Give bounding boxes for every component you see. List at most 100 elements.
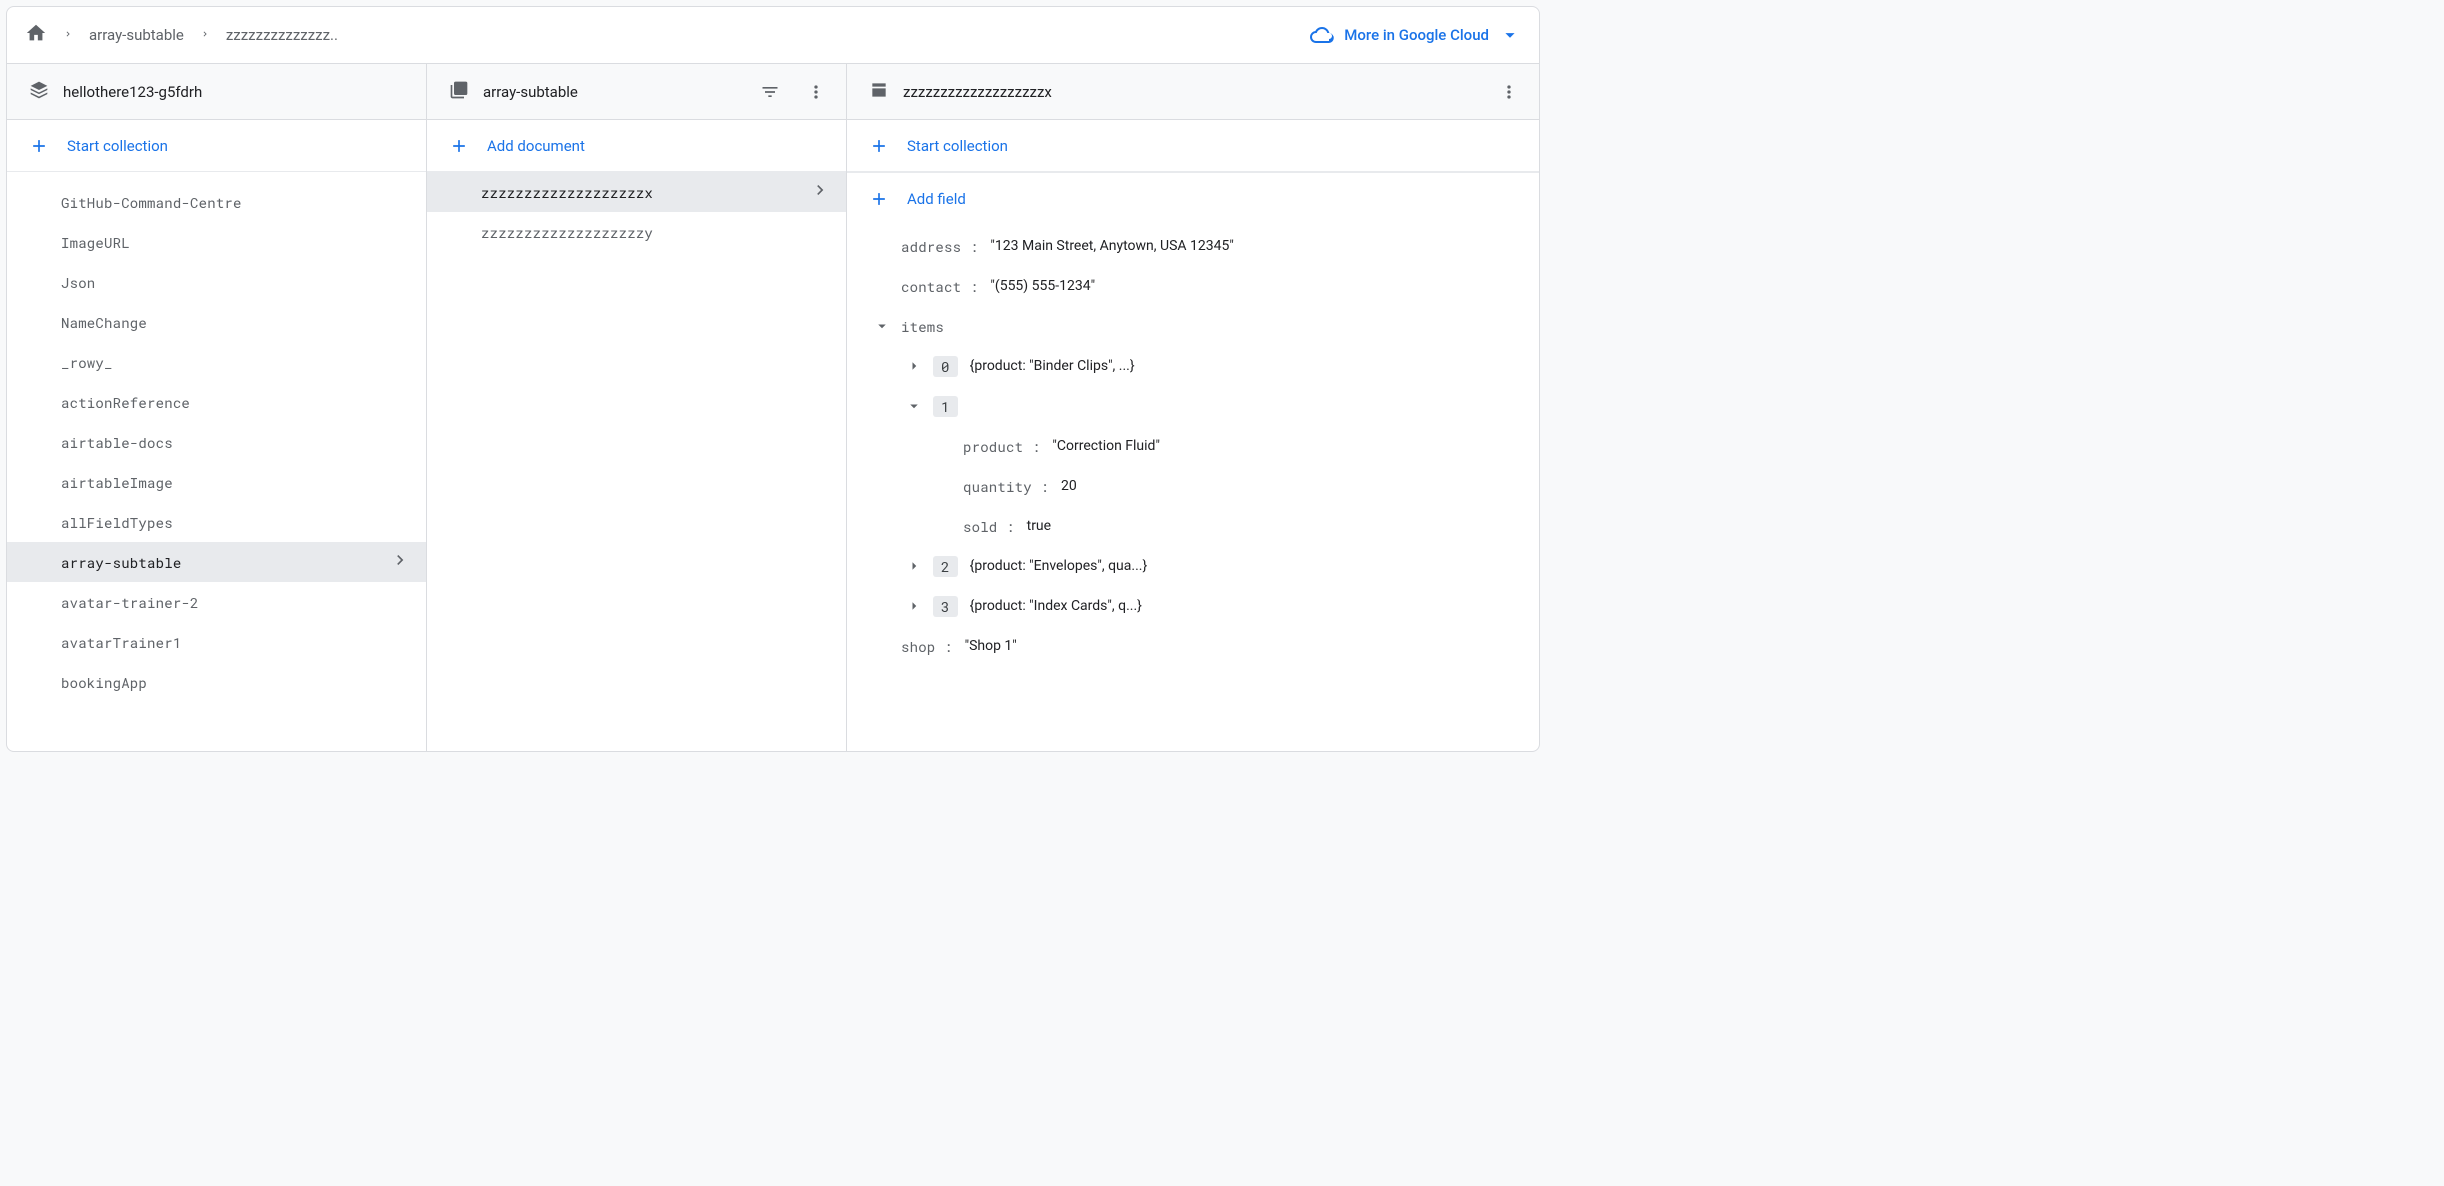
triangle-right-icon[interactable] (901, 557, 927, 575)
plus-icon (869, 136, 891, 156)
chevron-down-icon (1499, 24, 1521, 46)
field-row-array-item[interactable]: 2 {product: "Envelopes", qua...} (847, 546, 1539, 586)
more-vert-icon[interactable] (800, 76, 832, 108)
document-panel-header: zzzzzzzzzzzzzzzzzzzx (847, 64, 1539, 120)
list-item-label: _rowy_ (61, 353, 410, 372)
field-row-expandable[interactable]: items (847, 306, 1539, 346)
list-item-label: allFieldTypes (61, 513, 410, 532)
field-value: {product: "Binder Clips", ...} (970, 358, 1135, 374)
list-item[interactable]: ..................... (7, 172, 426, 182)
document-fields: address : "123 Main Street, Anytown, USA… (847, 224, 1539, 751)
list-item-label: array-subtable (61, 553, 390, 572)
triangle-right-icon[interactable] (901, 597, 927, 615)
field-row[interactable]: shop : "Shop 1" (847, 626, 1539, 666)
triangle-down-icon[interactable] (869, 317, 895, 335)
list-item-label: airtableImage (61, 473, 410, 492)
list-item[interactable]: airtableImage (7, 462, 426, 502)
list-item-label: avatar-trainer-2 (61, 593, 410, 612)
list-item[interactable]: actionReference (7, 382, 426, 422)
collections-panel-title: hellothere123-g5fdrh (63, 83, 202, 101)
field-row[interactable]: address : "123 Main Street, Anytown, USA… (847, 226, 1539, 266)
add-document-button[interactable]: Add document (427, 120, 846, 172)
start-collection-button[interactable]: Start collection (7, 120, 426, 172)
triangle-down-icon[interactable] (901, 397, 927, 415)
start-collection-button[interactable]: Start collection (847, 120, 1539, 172)
field-key: address : (901, 237, 986, 256)
field-key: items (901, 317, 944, 336)
list-item[interactable]: avatarTrainer1 (7, 622, 426, 662)
breadcrumb-separator-icon (200, 25, 210, 45)
documents-panel: array-subtable Add document (427, 64, 847, 751)
add-field-label: Add field (907, 190, 966, 208)
field-key: product : (963, 437, 1048, 456)
breadcrumb-separator-icon (63, 25, 73, 45)
home-icon[interactable] (25, 22, 47, 48)
more-in-google-cloud-button[interactable]: More in Google Cloud (1310, 23, 1521, 47)
field-value: true (1027, 518, 1051, 534)
array-index-badge: 3 (933, 596, 958, 617)
field-value: "Correction Fluid" (1052, 438, 1160, 454)
field-value: {product: "Envelopes", qua...} (970, 558, 1148, 574)
list-item[interactable]: zzzzzzzzzzzzzzzzzzzx (427, 172, 846, 212)
add-field-button[interactable]: Add field (847, 172, 1539, 224)
field-row[interactable]: product : "Correction Fluid" (847, 426, 1539, 466)
field-value: "123 Main Street, Anytown, USA 12345" (990, 238, 1233, 254)
list-item[interactable]: ImageURL (7, 222, 426, 262)
list-item-label: zzzzzzzzzzzzzzzzzzzx (481, 183, 810, 202)
database-root-icon (29, 80, 49, 104)
triangle-right-icon[interactable] (901, 357, 927, 375)
field-key: sold : (963, 517, 1023, 536)
list-item[interactable]: avatar-trainer-2 (7, 582, 426, 622)
field-value: {product: "Index Cards", q...} (970, 598, 1142, 614)
start-collection-label: Start collection (67, 137, 168, 155)
list-item[interactable]: array-subtable (7, 542, 426, 582)
topbar: array-subtable zzzzzzzzzzzzzz.. More in … (7, 7, 1539, 63)
filter-icon[interactable] (754, 76, 786, 108)
list-item[interactable]: allFieldTypes (7, 502, 426, 542)
list-item[interactable]: zzzzzzzzzzzzzzzzzzzy (427, 212, 846, 252)
collections-panel-header: hellothere123-g5fdrh (7, 64, 426, 120)
field-row[interactable]: sold : true (847, 506, 1539, 546)
list-item[interactable]: airtable-docs (7, 422, 426, 462)
list-item[interactable]: GitHub-Command-Centre (7, 182, 426, 222)
breadcrumb-item[interactable]: zzzzzzzzzzzzzz.. (226, 26, 338, 44)
field-row-array-item[interactable]: 3 {product: "Index Cards", q...} (847, 586, 1539, 626)
list-item-label: GitHub-Command-Centre (61, 193, 410, 212)
documents-panel-header: array-subtable (427, 64, 846, 120)
plus-icon (29, 136, 51, 156)
chevron-right-icon (390, 550, 410, 574)
field-row-array-item[interactable]: 1 (847, 386, 1539, 426)
start-collection-label: Start collection (907, 137, 1008, 155)
more-in-google-cloud-label: More in Google Cloud (1344, 26, 1489, 44)
list-item[interactable]: bookingApp (7, 662, 426, 702)
collections-list[interactable]: ..................... GitHub-Command-Cen… (7, 172, 426, 751)
breadcrumb: array-subtable zzzzzzzzzzzzzz.. (25, 22, 338, 48)
field-row[interactable]: quantity : 20 (847, 466, 1539, 506)
documents-list[interactable]: zzzzzzzzzzzzzzzzzzzx zzzzzzzzzzzzzzzzzzz… (427, 172, 846, 751)
document-panel: zzzzzzzzzzzzzzzzzzzx Start collection (847, 64, 1539, 751)
list-item-label: airtable-docs (61, 433, 410, 452)
list-item-label: zzzzzzzzzzzzzzzzzzzy (481, 223, 830, 242)
list-item[interactable]: Json (7, 262, 426, 302)
breadcrumb-item[interactable]: array-subtable (89, 26, 184, 44)
list-item[interactable]: NameChange (7, 302, 426, 342)
plus-icon (449, 136, 471, 156)
collections-panel: hellothere123-g5fdrh Start collection ..… (7, 64, 427, 751)
collection-icon (449, 80, 469, 104)
list-item[interactable]: _rowy_ (7, 342, 426, 382)
cloud-icon (1310, 23, 1334, 47)
field-key: contact : (901, 277, 986, 296)
array-index-badge: 0 (933, 356, 958, 377)
list-item-label: bookingApp (61, 673, 410, 692)
field-row[interactable]: contact : "(555) 555-1234" (847, 266, 1539, 306)
array-index-badge: 1 (933, 396, 958, 417)
document-panel-title: zzzzzzzzzzzzzzzzzzzx (903, 83, 1052, 101)
field-value: "(555) 555-1234" (990, 278, 1095, 294)
chevron-right-icon (810, 180, 830, 204)
more-vert-icon[interactable] (1493, 76, 1525, 108)
field-row-array-item[interactable]: 0 {product: "Binder Clips", ...} (847, 346, 1539, 386)
document-icon (869, 80, 889, 104)
plus-icon (869, 189, 891, 209)
list-item-label: actionReference (61, 393, 410, 412)
field-value: 20 (1061, 478, 1077, 494)
